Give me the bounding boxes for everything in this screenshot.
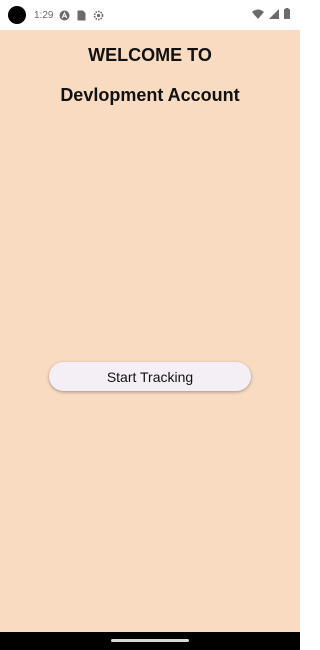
status-time: 1:29 xyxy=(34,9,54,21)
battery-icon xyxy=(284,8,290,22)
wifi-icon xyxy=(252,9,264,22)
camera-cutout xyxy=(8,6,26,24)
sim-card-icon xyxy=(76,10,87,21)
status-right-icons xyxy=(252,8,290,22)
a-icon xyxy=(59,10,70,21)
start-tracking-button[interactable]: Start Tracking xyxy=(49,362,251,391)
navigation-bar xyxy=(0,632,300,650)
status-bar: 1:29 xyxy=(0,0,300,30)
home-indicator[interactable] xyxy=(111,639,189,642)
signal-icon xyxy=(269,8,279,22)
account-heading: Devlopment Account xyxy=(60,85,240,105)
app-screen: 1:29 WELCOME TO Devlopment Account Start… xyxy=(0,0,300,650)
welcome-heading: WELCOME TO xyxy=(88,45,212,65)
settings-gear-icon xyxy=(93,10,104,21)
